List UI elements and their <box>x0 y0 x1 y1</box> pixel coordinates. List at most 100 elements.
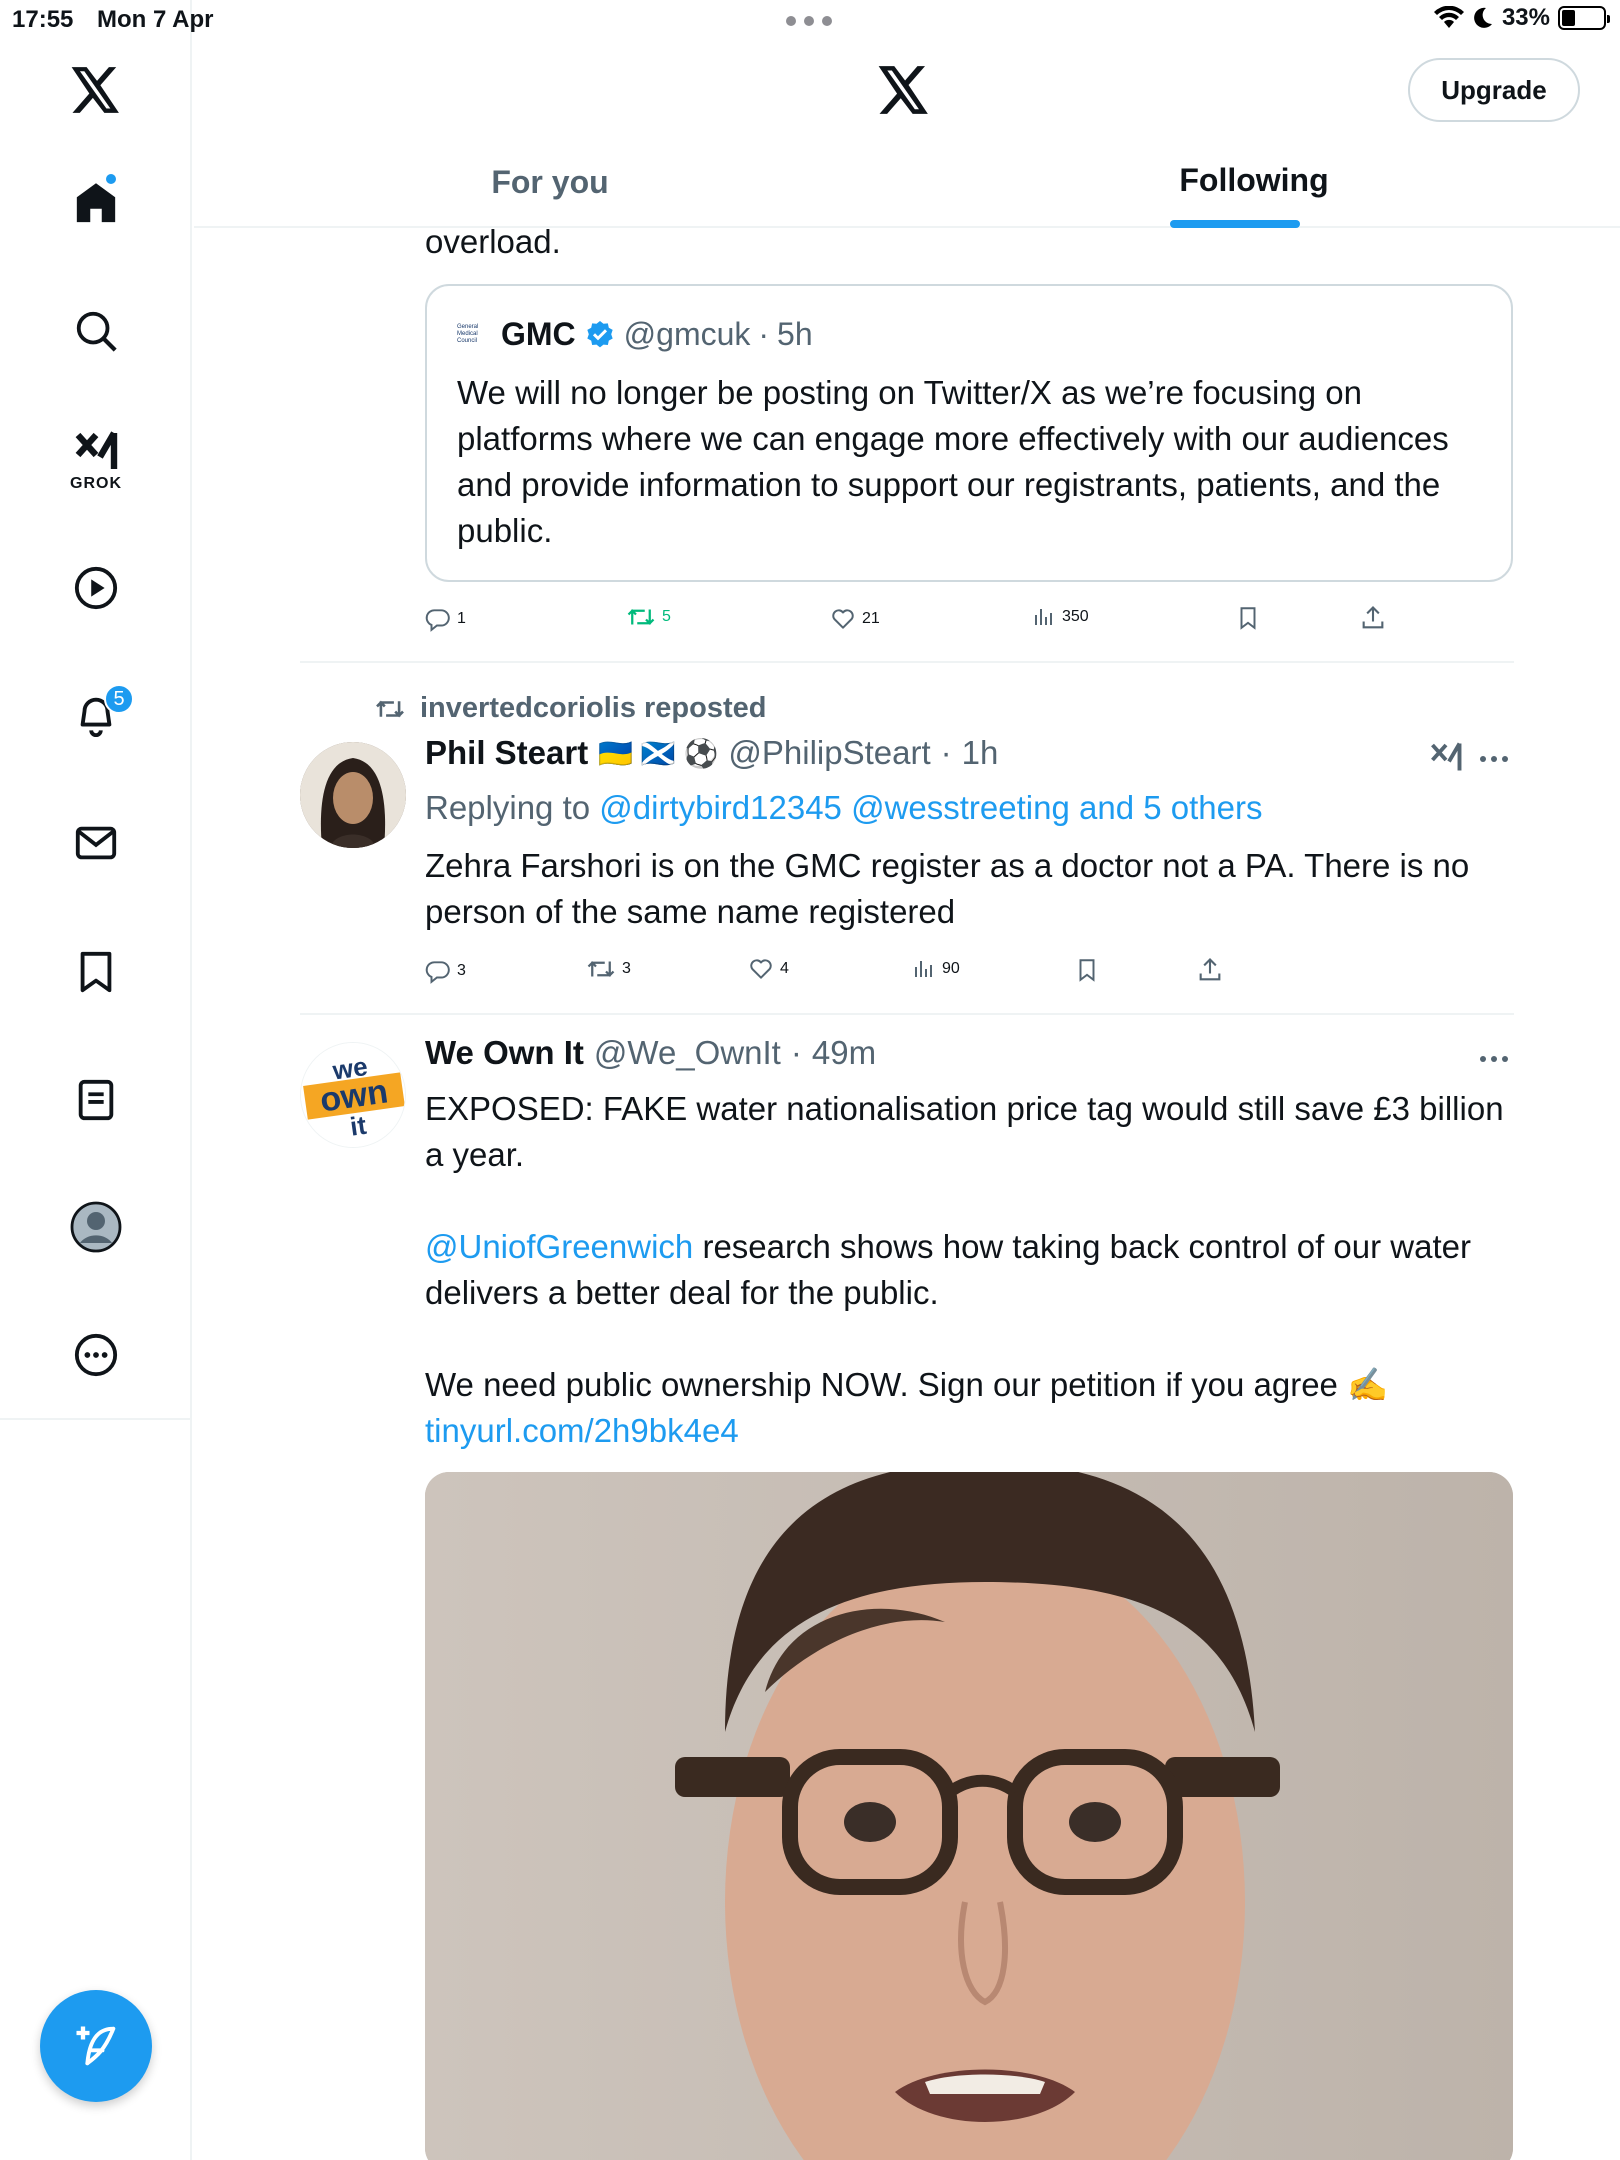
meta-separator: · <box>758 316 770 352</box>
repost-icon <box>627 609 655 625</box>
quoted-tweet-text: We will no longer be posting on Twitter/… <box>457 374 1449 549</box>
bookmark-button[interactable] <box>1235 604 1261 632</box>
sidebar-item-explore[interactable] <box>0 286 192 376</box>
gmc-logo-line: General <box>457 324 479 330</box>
sidebar-item-notifications[interactable]: 5 <box>0 670 192 760</box>
compose-post-button[interactable] <box>40 1990 152 2102</box>
like-button[interactable]: 4 <box>748 956 789 982</box>
sidebar-item-lists[interactable] <box>0 1055 192 1145</box>
tweet-time[interactable]: 1h <box>962 734 999 772</box>
views-icon <box>1035 609 1052 625</box>
wifi-icon <box>1433 6 1464 28</box>
views-count: 90 <box>942 960 960 977</box>
like-button[interactable]: 21 <box>830 606 880 632</box>
sidebar-item-profile[interactable] <box>0 1182 192 1272</box>
author-name[interactable]: Phil Steart <box>425 734 588 772</box>
reply-count: 1 <box>457 610 466 627</box>
quoted-tweet-header: General Medical Council GMC @gmcuk · 5h <box>457 316 813 353</box>
more-icon <box>74 1333 118 1377</box>
status-right: 33% <box>1433 4 1610 32</box>
battery-percent: 33% <box>1501 4 1550 31</box>
repost-icon <box>376 700 404 717</box>
tweet-more-menu[interactable] <box>1480 1056 1508 1062</box>
tweet-text: We need public ownership NOW. Sign our p… <box>425 1366 1389 1403</box>
repost-count: 3 <box>622 960 631 977</box>
gmc-logo-line: Council <box>457 338 478 344</box>
author-handle[interactable]: @We_OwnIt <box>594 1034 781 1072</box>
tweet-more-menu[interactable] <box>1480 756 1508 762</box>
tweet-text: EXPOSED: FAKE water nationalisation pric… <box>425 1090 1504 1173</box>
moon-icon <box>1474 7 1492 28</box>
search-icon <box>76 311 117 352</box>
header-x-logo[interactable] <box>878 66 930 119</box>
notifications-badge: 5 <box>104 684 134 714</box>
quoted-tweet[interactable]: General Medical Council GMC @gmcuk · 5h … <box>425 284 1513 582</box>
tab-for-you[interactable]: For you <box>430 140 670 226</box>
avatar[interactable] <box>300 742 406 848</box>
sidebar-divider <box>0 1418 192 1420</box>
video-frame-image <box>425 1472 1513 2160</box>
home-unread-dot <box>104 172 118 186</box>
grok-icon[interactable] <box>1428 740 1464 774</box>
author-name[interactable]: We Own It <box>425 1034 584 1072</box>
author-handle[interactable]: @PhilipSteart <box>728 734 930 772</box>
gmc-logo-line: Medical <box>457 331 478 337</box>
sidebar-item-video[interactable] <box>0 543 192 633</box>
avatar[interactable]: we own it <box>300 1042 406 1148</box>
gmc-avatar: General Medical Council <box>457 321 489 349</box>
grok-icon <box>75 431 118 469</box>
sidebar-item-bookmarks[interactable] <box>0 927 192 1017</box>
bookmark-icon <box>1240 607 1256 630</box>
quoted-tweet-time[interactable]: 5h <box>777 316 813 353</box>
reply-button[interactable]: 1 <box>425 606 466 632</box>
quoted-author-name[interactable]: GMC <box>501 316 576 353</box>
sidebar-item-home[interactable] <box>0 158 192 248</box>
like-count: 21 <box>862 610 880 627</box>
battery-icon <box>1558 6 1610 30</box>
tab-following[interactable]: Following <box>1154 140 1354 226</box>
bookmark-icon <box>80 951 112 993</box>
status-bar: 17:55 Mon 7 Apr 33% <box>0 0 1620 40</box>
mention-link[interactable]: @UniofGreenwich <box>425 1228 693 1265</box>
tweet-video[interactable] <box>425 1472 1513 2160</box>
meta-separator: · <box>790 1034 802 1071</box>
video-icon <box>74 566 118 610</box>
like-icon <box>750 959 772 979</box>
x-logo-icon <box>71 67 119 113</box>
sidebar-item-grok[interactable]: GROK <box>0 416 192 506</box>
repost-context[interactable]: invertedcoriolis reposted <box>374 692 767 725</box>
repost-button[interactable]: 3 <box>586 956 631 982</box>
repost-button[interactable]: 5 <box>626 604 671 630</box>
reply-icon <box>425 609 450 632</box>
replying-to-users[interactable]: @dirtybird12345 @wesstreeting and 5 othe… <box>599 789 1262 826</box>
home-icon <box>76 183 116 223</box>
repost-count: 5 <box>662 608 671 625</box>
share-button[interactable] <box>1196 956 1224 984</box>
views-icon <box>915 961 932 977</box>
tweet-divider <box>300 661 1514 663</box>
meta-separator: · <box>940 734 952 771</box>
x-home-logo[interactable] <box>0 45 192 135</box>
quoted-author-handle[interactable]: @gmcuk <box>624 316 751 353</box>
tweet-time[interactable]: 49m <box>812 1034 876 1072</box>
tweet-header: Phil Steart 🇺🇦 🏴󠁧󠁢󠁳󠁣󠁴󠁿 ⚽ @PhilipSteart ·… <box>425 734 998 772</box>
tweet-divider <box>300 1013 1514 1015</box>
sidebar-item-messages[interactable] <box>0 798 192 888</box>
tab-active-indicator <box>1170 220 1300 228</box>
repost-context-label: invertedcoriolis reposted <box>420 692 767 724</box>
sidebar-item-more[interactable] <box>0 1310 192 1400</box>
share-button[interactable] <box>1359 604 1387 632</box>
bookmark-button[interactable] <box>1074 956 1100 984</box>
upgrade-button[interactable]: Upgrade <box>1408 58 1580 122</box>
reply-count: 3 <box>457 962 466 979</box>
views-button[interactable]: 350 <box>1032 604 1089 630</box>
views-button[interactable]: 90 <box>912 956 960 982</box>
share-icon <box>1362 606 1384 629</box>
tweet-header: We Own It @We_OwnIt · 49m <box>425 1034 876 1072</box>
like-count: 4 <box>780 960 789 977</box>
multitasking-dots-icon[interactable] <box>786 16 832 26</box>
replying-to-prefix: Replying to <box>425 789 591 826</box>
like-icon <box>832 609 854 629</box>
reply-button[interactable]: 3 <box>425 958 466 984</box>
tweet-url-link[interactable]: tinyurl.com/2h9bk4e4 <box>425 1408 739 1454</box>
